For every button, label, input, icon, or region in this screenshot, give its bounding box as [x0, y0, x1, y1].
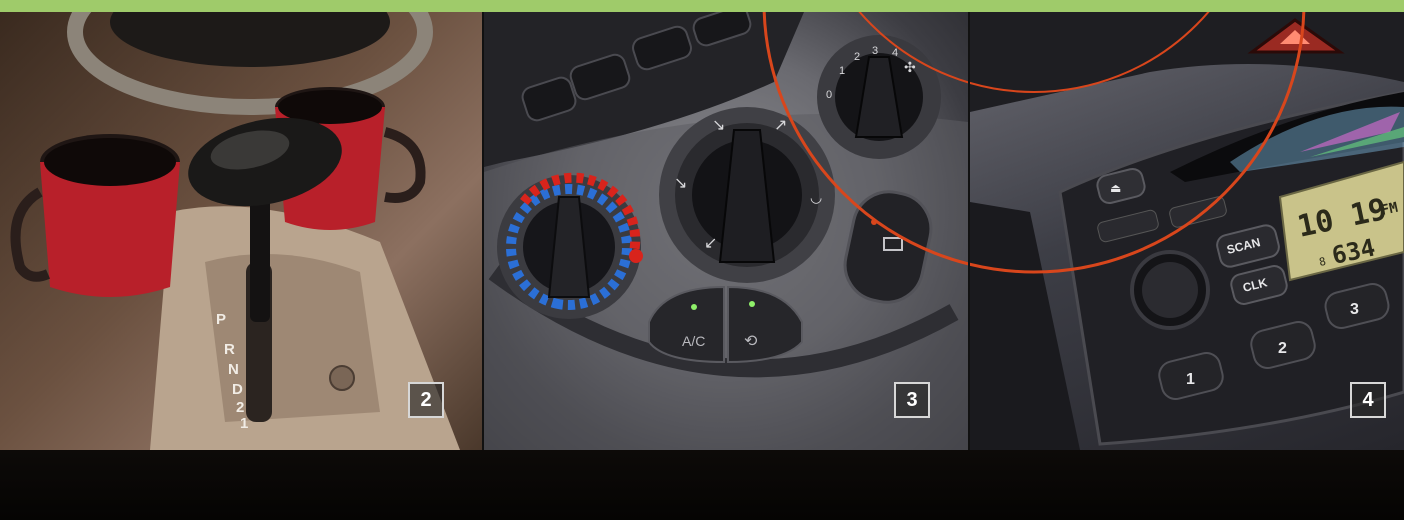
gear-letter-2: 2 [236, 399, 244, 416]
panel-number-badge-2: 2 [408, 382, 444, 418]
photo-collage: P R N D 2 1 2 ↘ ↗ ↘ ↙ ◡ 0 1 2 3 4 ✣ A/C … [0, 0, 1404, 520]
highlight-circle-overlay-4 [970, 12, 1306, 274]
steering-hub [110, 12, 390, 67]
panel-number-badge-3: 3 [894, 382, 930, 418]
panel-climate-controls: ↘ ↗ ↘ ↙ ◡ 0 1 2 3 4 ✣ A/C ⟲ 3 [484, 12, 968, 450]
gear-letter-r: R [224, 341, 235, 358]
gear-letter-p: P [216, 311, 226, 328]
panel-radio: ⏏ 10 19 FM 8 634 SCAN CLK 1 2 3 4 [970, 12, 1404, 450]
gear-letter-1: 1 [240, 415, 248, 432]
left-cup [10, 134, 180, 297]
dark-bottom-band [0, 450, 1404, 520]
console-lock-button[interactable] [329, 365, 355, 391]
gear-letter-n: N [228, 361, 239, 378]
gear-letter-d: D [232, 381, 243, 398]
panel-number-badge-4: 4 [1350, 382, 1386, 418]
panel-gear-selector: P R N D 2 1 2 [0, 12, 482, 450]
